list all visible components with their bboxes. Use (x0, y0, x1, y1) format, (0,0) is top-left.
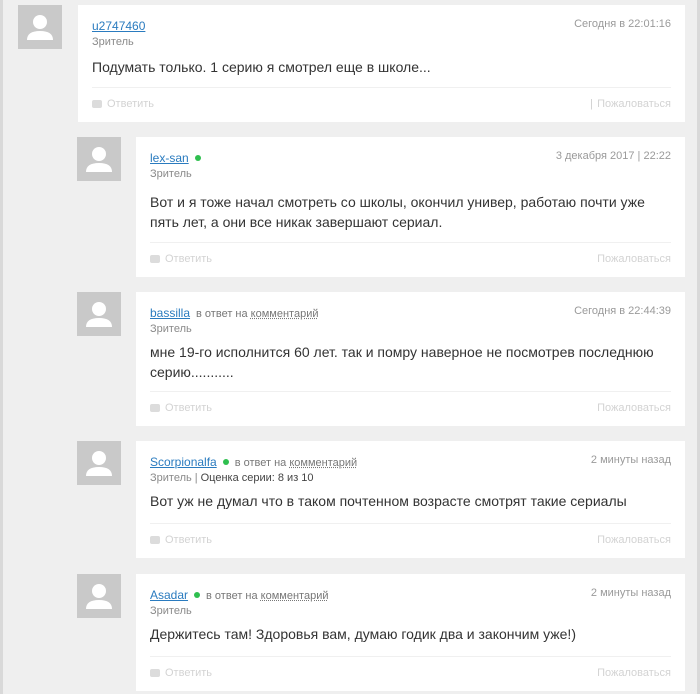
user-placeholder-icon (86, 302, 112, 327)
speech-bubble-icon (150, 255, 160, 263)
comment-card: u2747460 Зритель Сегодня в 22:01:16 Поду… (78, 5, 685, 122)
speech-bubble-icon (150, 536, 160, 544)
speech-bubble-icon (150, 404, 160, 412)
reply-button[interactable]: Ответить (92, 98, 154, 110)
user-role: Зритель (150, 323, 192, 335)
comment-header: Scorpionalfa в ответ на комментарий Зрите… (150, 453, 671, 484)
reply-prefix: в ответ на (196, 308, 248, 320)
comment-date: Сегодня в 22:44:39 (574, 305, 671, 317)
user-placeholder-icon (86, 147, 112, 172)
footer-separator: | (590, 98, 593, 110)
comment-footer: Ответить Пожаловаться (150, 242, 671, 277)
comment-date: 2 минуты назад (590, 587, 671, 599)
user-role: Зритель (150, 168, 192, 180)
reply-context: в ответ на комментарий (235, 457, 357, 469)
online-status-dot (194, 592, 201, 598)
comment-footer: Ответить Пожаловаться (150, 656, 671, 691)
reply-label: Ответить (165, 253, 213, 265)
comment-date: 3 декабря 2017 | 22:22 (555, 150, 671, 162)
reply-button[interactable]: Ответить (150, 534, 212, 546)
comment-date: 2 минуты назад (590, 454, 671, 466)
user-role: Зритель (150, 605, 192, 617)
complain-button[interactable]: Пожаловаться (597, 534, 671, 546)
avatar[interactable] (77, 292, 121, 336)
reply-target-link[interactable]: комментарий (251, 308, 319, 320)
episode-rating: Оценка серии: 8 из 10 (200, 472, 314, 484)
username-link[interactable]: lex-san (150, 151, 189, 165)
user-placeholder-icon (86, 584, 112, 609)
speech-bubble-icon (92, 100, 102, 108)
comment-text: мне 19-го исполнится 60 лет. так и помру… (150, 344, 654, 380)
reply-target-link[interactable]: комментарий (289, 457, 357, 469)
frame-left-border (0, 0, 3, 694)
comment-text: Держитесь там! Здоровья вам, думаю годик… (150, 626, 576, 642)
comment-header: lex-san Зритель 3 декабря 2017 | 22:22 (150, 149, 671, 180)
avatar[interactable] (77, 441, 121, 485)
reply-context: в ответ на комментарий (196, 308, 318, 320)
username-link[interactable]: Asadar (150, 588, 188, 602)
comment-header: Asadar в ответ на комментарий Зритель 2 м… (150, 586, 671, 617)
complain-button[interactable]: Пожаловаться (597, 402, 671, 414)
comment-card: bassilla в ответ на комментарий Зритель С… (136, 292, 685, 426)
username-link[interactable]: bassilla (150, 306, 190, 320)
complain-button[interactable]: Пожаловаться (597, 98, 671, 110)
comment-header: bassilla в ответ на комментарий Зритель С… (150, 304, 671, 335)
reply-label: Ответить (165, 534, 213, 546)
user-role-line: Зритель | Оценка серии: 8 из 10 (150, 472, 671, 484)
avatar[interactable] (77, 137, 121, 181)
comment-header: u2747460 Зритель Сегодня в 22:01:16 (92, 17, 671, 48)
role-separator: | (194, 472, 198, 484)
comment-text: Вот и я тоже начал смотреть со школы, ок… (150, 194, 645, 230)
avatar[interactable] (18, 5, 62, 49)
username-link[interactable]: Scorpionalfa (150, 455, 217, 469)
reply-button[interactable]: Ответить (150, 667, 212, 679)
comment-card: Scorpionalfa в ответ на комментарий Зрите… (136, 441, 685, 558)
comment-date: Сегодня в 22:01:16 (574, 18, 671, 30)
online-status-dot (222, 459, 229, 465)
reply-context: в ответ на комментарий (206, 590, 328, 602)
user-role: Зритель (150, 472, 192, 484)
user-placeholder-icon (27, 15, 53, 40)
comment-footer: Ответить Пожаловаться (150, 391, 671, 426)
comment-footer: Ответить | Пожаловаться (92, 87, 671, 122)
username-link[interactable]: u2747460 (92, 19, 145, 33)
user-role: Зритель (92, 36, 134, 48)
reply-label: Ответить (165, 402, 213, 414)
user-placeholder-icon (86, 451, 112, 476)
reply-button[interactable]: Ответить (150, 253, 212, 265)
complain-button[interactable]: Пожаловаться (597, 253, 671, 265)
comment-footer: Ответить Пожаловаться (150, 523, 671, 558)
reply-button[interactable]: Ответить (150, 402, 212, 414)
reply-label: Ответить (107, 98, 155, 110)
reply-prefix: в ответ на (234, 457, 287, 469)
reply-label: Ответить (165, 667, 213, 679)
reply-target-link[interactable]: комментарий (261, 590, 329, 602)
comment-card: lex-san Зритель 3 декабря 2017 | 22:22 В… (136, 137, 685, 277)
comment-card: Asadar в ответ на комментарий Зритель 2 м… (136, 574, 685, 691)
online-status-dot (194, 155, 201, 161)
reply-prefix: в ответ на (206, 590, 258, 602)
speech-bubble-icon (150, 669, 160, 677)
comment-text: Вот уж не думал что в таком почтенном во… (150, 493, 627, 509)
avatar[interactable] (77, 574, 121, 618)
comment-text: Подумать только. 1 серию я смотрел еще в… (92, 59, 431, 75)
complain-button[interactable]: Пожаловаться (597, 667, 671, 679)
